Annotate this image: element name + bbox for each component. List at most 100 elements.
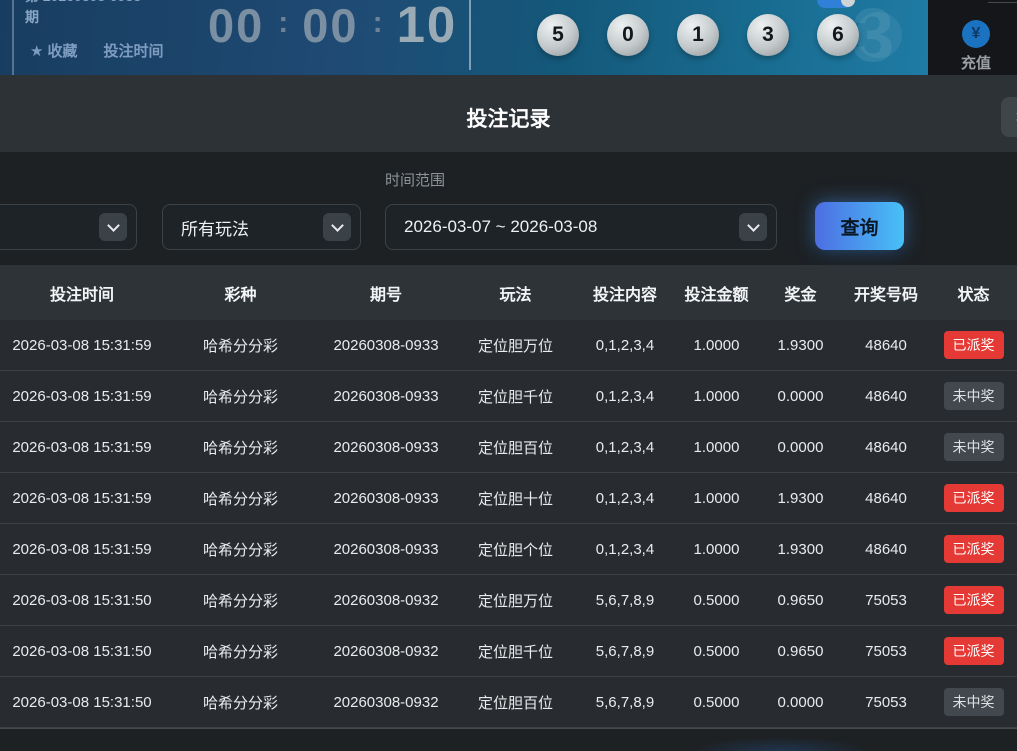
cell-content: 0,1,2,3,4	[576, 541, 674, 558]
cell-play: 定位胆万位	[455, 590, 576, 611]
chevron-down-icon	[323, 213, 351, 241]
table-header: 投注时间彩种期号玩法投注内容投注金额奖金开奖号码状态	[0, 265, 1017, 320]
chevron-down-icon	[99, 213, 127, 241]
cell-status: 已派奖	[930, 331, 1017, 359]
cell-status: 已派奖	[930, 637, 1017, 665]
date-range-select[interactable]: 2026-03-07 ~ 2026-03-08	[385, 204, 777, 250]
cell-issue: 20260308-0932	[317, 694, 455, 711]
cell-status: 未中奖	[930, 688, 1017, 716]
column-header: 状态	[930, 281, 1017, 305]
draw-result-balls: 50136	[537, 14, 859, 56]
cell-amount: 1.0000	[674, 439, 759, 456]
column-header: 开奖号码	[842, 281, 930, 305]
cell-time: 2026-03-08 15:31:50	[0, 694, 164, 711]
cell-play: 定位胆十位	[455, 488, 576, 509]
cell-draw: 48640	[842, 337, 930, 354]
column-header: 投注金额	[674, 281, 759, 305]
cell-prize: 0.0000	[759, 439, 842, 456]
recharge-yen-icon[interactable]: ¥	[962, 20, 990, 48]
cell-prize: 0.0000	[759, 694, 842, 711]
table-row: 2026-03-08 15:31:59哈希分分彩20260308-0933定位胆…	[0, 371, 1017, 422]
cell-issue: 20260308-0933	[317, 388, 455, 405]
table-row: 2026-03-08 15:31:50哈希分分彩20260308-0932定位胆…	[0, 626, 1017, 677]
cell-prize: 0.9650	[759, 643, 842, 660]
chevron-down-icon	[739, 213, 767, 241]
play-type-select-value: 所有玩法	[181, 215, 249, 240]
time-range-label: 时间范围	[385, 169, 445, 190]
close-icon[interactable]: ×	[1001, 97, 1017, 137]
column-header: 奖金	[759, 281, 842, 305]
cell-lottery: 哈希分分彩	[164, 488, 317, 509]
countdown-separator: :	[278, 6, 288, 40]
lottery-ball: 1	[677, 14, 719, 56]
cell-status: 未中奖	[930, 433, 1017, 461]
cell-lottery: 哈希分分彩	[164, 641, 317, 662]
page-title: 投注记录	[0, 103, 1017, 133]
cell-amount: 0.5000	[674, 643, 759, 660]
cell-status: 未中奖	[930, 382, 1017, 410]
cell-issue: 20260308-0933	[317, 490, 455, 507]
table-body: 2026-03-08 15:31:59哈希分分彩20260308-0933定位胆…	[0, 320, 1017, 728]
cell-time: 2026-03-08 15:31:50	[0, 592, 164, 609]
cell-issue: 20260308-0933	[317, 337, 455, 354]
cell-play: 定位胆个位	[455, 539, 576, 560]
favorite-label: 收藏	[47, 40, 77, 61]
play-type-select[interactable]: 所有玩法	[162, 204, 361, 250]
status-badge: 已派奖	[944, 484, 1004, 512]
status-badge: 未中奖	[944, 688, 1004, 716]
cell-issue: 20260308-0932	[317, 643, 455, 660]
banner-left-divider	[12, 0, 14, 75]
cell-amount: 0.5000	[674, 694, 759, 711]
cell-lottery: 哈希分分彩	[164, 692, 317, 713]
cell-time: 2026-03-08 15:31:59	[0, 439, 164, 456]
banner-links: ★ 收藏 投注时间	[30, 40, 163, 61]
cell-amount: 1.0000	[674, 337, 759, 354]
table-row: 2026-03-08 15:31:50哈希分分彩20260308-0932定位胆…	[0, 575, 1017, 626]
cell-prize: 1.9300	[759, 337, 842, 354]
footer-glow	[690, 737, 870, 751]
countdown-seconds: 10	[397, 0, 458, 54]
column-header: 投注内容	[576, 281, 674, 305]
favorite-button[interactable]: ★ 收藏	[30, 40, 77, 61]
cell-amount: 1.0000	[674, 388, 759, 405]
modal-header: 投注记录 ×	[0, 75, 1017, 152]
cell-content: 0,1,2,3,4	[576, 388, 674, 405]
cell-lottery: 哈希分分彩	[164, 539, 317, 560]
cell-play: 定位胆万位	[455, 335, 576, 356]
cell-content: 5,6,7,8,9	[576, 592, 674, 609]
countdown-separator: :	[373, 6, 383, 40]
recharge-button[interactable]: 充值	[928, 52, 1017, 73]
recharge-divider	[988, 2, 1017, 3]
status-badge: 已派奖	[944, 637, 1004, 665]
countdown-timer: 00 : 00 : 10	[208, 0, 457, 54]
cell-status: 已派奖	[930, 586, 1017, 614]
cell-draw: 48640	[842, 388, 930, 405]
column-header: 玩法	[455, 281, 576, 305]
status-badge: 未中奖	[944, 433, 1004, 461]
column-header: 投注时间	[0, 281, 164, 305]
cell-lottery: 哈希分分彩	[164, 590, 317, 611]
table-row: 2026-03-08 15:31:59哈希分分彩20260308-0933定位胆…	[0, 524, 1017, 575]
cell-lottery: 哈希分分彩	[164, 437, 317, 458]
column-header: 期号	[317, 281, 455, 305]
table-row: 2026-03-08 15:31:59哈希分分彩20260308-0933定位胆…	[0, 422, 1017, 473]
bet-time-label: 投注时间	[103, 40, 163, 61]
banner-toggle[interactable]	[817, 0, 853, 8]
lottery-banner: 第 20260308-0933 期 ★ 收藏 投注时间 00 : 00 : 10…	[0, 0, 1017, 75]
cell-prize: 1.9300	[759, 541, 842, 558]
status-badge: 已派奖	[944, 535, 1004, 563]
lottery-ball: 6	[817, 14, 859, 56]
cell-time: 2026-03-08 15:31:50	[0, 643, 164, 660]
ghost-ball	[856, 12, 902, 58]
cell-amount: 1.0000	[674, 541, 759, 558]
lottery-select[interactable]	[0, 204, 137, 250]
query-button[interactable]: 查询	[815, 202, 904, 250]
cell-content: 0,1,2,3,4	[576, 490, 674, 507]
filter-bar: 时间范围 所有玩法 2026-03-07 ~ 2026-03-08 查询	[0, 152, 1017, 265]
cell-prize: 0.9650	[759, 592, 842, 609]
cell-status: 已派奖	[930, 484, 1017, 512]
table-row: 2026-03-08 15:31:59哈希分分彩20260308-0933定位胆…	[0, 473, 1017, 524]
cell-play: 定位胆千位	[455, 641, 576, 662]
cell-issue: 20260308-0933	[317, 439, 455, 456]
cell-time: 2026-03-08 15:31:59	[0, 490, 164, 507]
